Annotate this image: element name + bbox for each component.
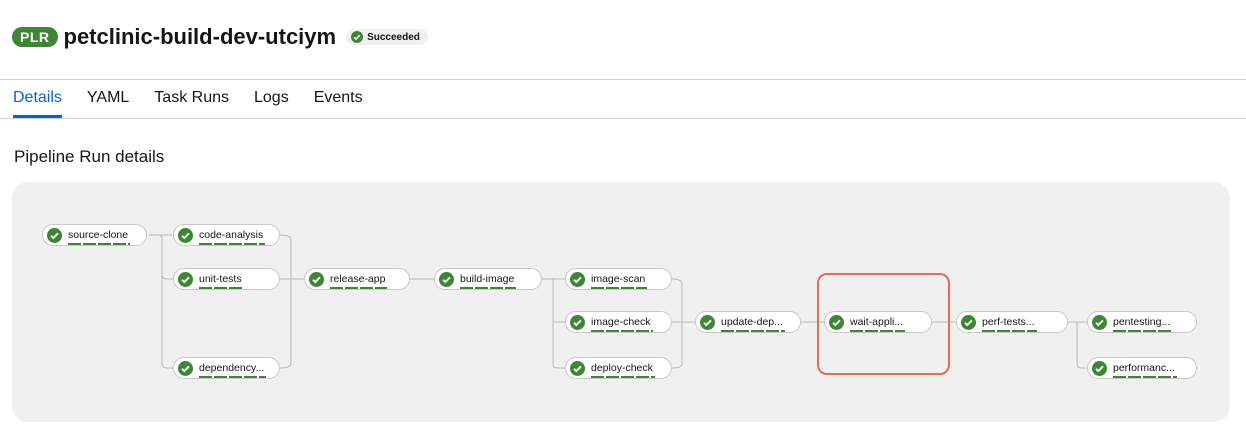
check-circle-icon (1092, 314, 1107, 330)
task-node-wait-appli[interactable]: wait-appli... (824, 311, 932, 333)
pipeline-connectors (149, 234, 1087, 369)
task-label: build-image (460, 273, 515, 285)
task-node-release-app[interactable]: release-app (304, 268, 410, 290)
task-node-image-scan[interactable]: image-scan (565, 268, 672, 290)
tab-details[interactable]: Details (13, 86, 62, 118)
task-label: image-scan (591, 273, 646, 285)
check-circle-icon (570, 360, 585, 376)
task-label: update-dep... (721, 316, 783, 328)
check-circle-icon (309, 271, 324, 287)
page-header: PLR petclinic-build-dev-utciym Succeeded (12, 22, 428, 52)
task-label: dependency... (199, 362, 265, 374)
check-circle-icon (439, 271, 454, 287)
check-circle-icon (829, 314, 844, 330)
check-circle-icon (178, 227, 193, 243)
check-circle-icon (570, 314, 585, 330)
task-node-unit-tests[interactable]: unit-tests (173, 268, 280, 290)
check-circle-icon (570, 271, 585, 287)
task-node-pentesting[interactable]: pentesting... (1087, 311, 1197, 333)
task-node-build-image[interactable]: build-image (434, 268, 542, 290)
check-circle-icon (47, 227, 62, 243)
task-node-update-dep[interactable]: update-dep... (695, 311, 801, 333)
check-circle-icon (351, 31, 364, 43)
task-label: perf-tests... (982, 316, 1035, 328)
resource-kind-badge: PLR (12, 27, 58, 47)
status-badge: Succeeded (346, 29, 428, 45)
check-circle-icon (1092, 360, 1107, 376)
task-label: code-analysis (199, 229, 264, 241)
task-label: performanc... (1113, 362, 1175, 374)
check-circle-icon (178, 360, 193, 376)
task-label: unit-tests (199, 273, 242, 285)
section-title: Pipeline Run details (14, 147, 165, 166)
status-label: Succeeded (367, 31, 420, 43)
check-circle-icon (178, 271, 193, 287)
tab-yaml[interactable]: YAML (87, 86, 129, 117)
task-node-image-check[interactable]: image-check (565, 311, 672, 333)
task-label: release-app (330, 273, 386, 285)
task-label: image-check (591, 316, 651, 328)
task-node-perf-tests[interactable]: perf-tests... (956, 311, 1068, 333)
check-circle-icon (700, 314, 715, 330)
tab-divider (0, 118, 1246, 119)
task-node-source-clone[interactable]: source-clone (42, 224, 147, 246)
pipeline-graph (12, 182, 1230, 422)
page-title: petclinic-build-dev-utciym (63, 24, 337, 49)
task-label: wait-appli... (850, 316, 904, 328)
task-label: deploy-check (591, 362, 653, 374)
check-circle-icon (961, 314, 976, 330)
tab-task-runs[interactable]: Task Runs (154, 86, 229, 117)
header-divider (0, 79, 1246, 80)
tab-bar: Details YAML Task Runs Logs Events (13, 86, 388, 118)
task-label: source-clone (68, 229, 129, 241)
tab-logs[interactable]: Logs (254, 86, 289, 117)
task-node-deploy-check[interactable]: deploy-check (565, 357, 672, 379)
tab-events[interactable]: Events (314, 86, 363, 117)
task-node-performanc[interactable]: performanc... (1087, 357, 1197, 379)
task-node-dependency[interactable]: dependency... (173, 357, 280, 379)
task-label: pentesting... (1113, 316, 1171, 328)
task-node-code-analysis[interactable]: code-analysis (173, 224, 280, 246)
